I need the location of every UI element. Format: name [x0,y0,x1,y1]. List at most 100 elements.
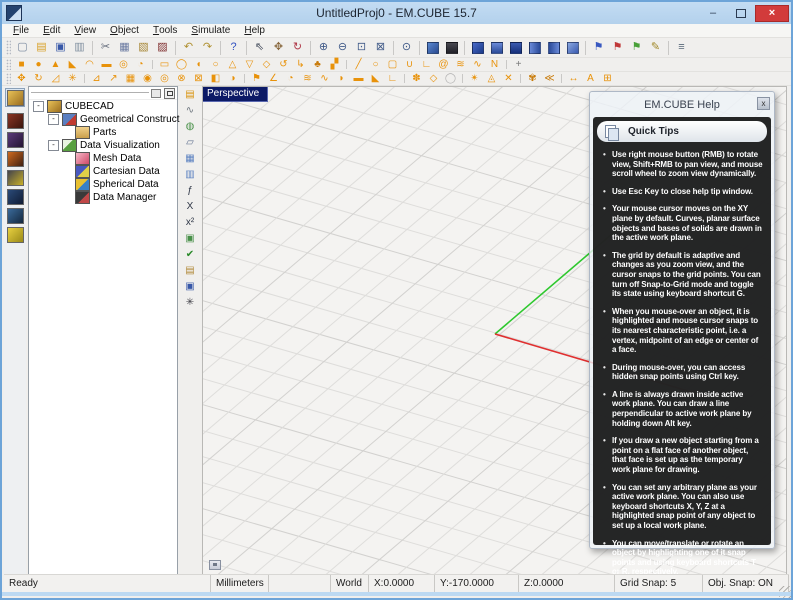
draw-circle-curve[interactable]: ○ [367,58,384,71]
more-shapes[interactable]: + [510,58,527,71]
draw-polyline[interactable]: ∟ [418,58,435,71]
undo[interactable]: ↶ [179,39,198,57]
module-8[interactable] [5,225,25,244]
draw-spiral[interactable]: @ [435,58,452,71]
zoom-window[interactable]: ⊡ [352,39,371,57]
tree-item-parts[interactable]: Parts [29,126,177,139]
sweep-tool[interactable]: ∿ [316,72,333,85]
cut[interactable]: ✂ [96,39,115,57]
explode-object[interactable]: ✳ [64,72,81,85]
tree-item-cartesian-data[interactable]: Cartesian Data [29,165,177,178]
zoom-in[interactable]: ⊕ [314,39,333,57]
value-table[interactable]: ▥ [181,167,199,183]
measure-distance[interactable]: ↔ [565,72,582,85]
copy[interactable]: ▦ [115,39,134,57]
menu-item-help[interactable]: Help [237,24,272,37]
terrain-tool[interactable]: ≪ [541,72,558,85]
boolean-union[interactable]: ◉ [139,72,156,85]
globe-view[interactable]: ◍ [181,119,199,135]
mirror-object[interactable]: ⊿ [88,72,105,85]
tree-collapse-button[interactable] [164,88,175,99]
select-tool[interactable]: ⇖ [250,39,269,57]
toolbar-grip[interactable] [6,73,11,83]
hatch-region[interactable]: ▞ [326,58,343,71]
delete[interactable]: ▨ [153,39,172,57]
stack-layers[interactable]: ≋ [299,72,316,85]
menu-item-object[interactable]: Object [103,24,146,37]
module-7[interactable] [5,206,25,225]
draw-line[interactable]: ╱ [350,58,367,71]
draw-cone[interactable]: ▲ [47,58,64,71]
draw-circle-surface[interactable]: ◯ [173,58,190,71]
draw-polygon[interactable]: ◇ [258,58,275,71]
settings-gear[interactable]: ✳ [181,295,199,311]
draw-pyramid[interactable]: ◣ [64,58,81,71]
workspace-red[interactable]: ⚑ [608,39,627,57]
draw-half-disc[interactable]: ◖ [190,58,207,71]
open-project[interactable]: ▤ [32,39,51,57]
orbit-tool[interactable]: ↻ [288,39,307,57]
menu-item-file[interactable]: File [6,24,36,37]
math-expression[interactable]: x² [181,215,199,231]
array-tool[interactable]: ▦ [122,72,139,85]
rotate-object[interactable]: ↻ [30,72,47,85]
menu-item-tools[interactable]: Tools [146,24,184,37]
data-table[interactable]: ▦ [181,151,199,167]
view-top[interactable] [487,39,506,57]
module-5[interactable] [5,168,25,187]
view-isometric[interactable] [468,39,487,57]
polygonize-tool[interactable]: ◇ [425,72,442,85]
draw-arc[interactable]: ∪ [401,58,418,71]
tree-item-cubecad[interactable]: -CUBECAD [29,100,177,113]
gear-polygonize[interactable]: ✽ [408,72,425,85]
viewport-corner-icon[interactable] [209,560,221,570]
draw-disc-solid[interactable]: ▬ [98,58,115,71]
draw-rounded-rect[interactable]: ▢ [384,58,401,71]
point-jack[interactable]: ✴ [466,72,483,85]
draw-rectangle[interactable]: ▭ [156,58,173,71]
variables[interactable]: X [181,199,199,215]
view-bottom[interactable] [506,39,525,57]
slider-handle[interactable] [151,89,161,98]
move-object[interactable]: ✥ [13,72,30,85]
tree-item-spherical-data[interactable]: Spherical Data [29,178,177,191]
paste[interactable]: ▧ [134,39,153,57]
view-back[interactable] [544,39,563,57]
new-project[interactable]: ▢ [13,39,32,57]
tree-item-data-manager[interactable]: Data Manager [29,191,177,204]
surface-of-revolution[interactable]: ↺ [275,58,292,71]
title-bar[interactable]: UntitledProj0 - EM.CUBE 15.7 – × [2,2,791,24]
tree-item-data-visualization[interactable]: -Data Visualization [29,139,177,152]
scale-object[interactable]: ◿ [47,72,64,85]
toolbar-grip[interactable] [6,59,11,69]
work-plane-tool[interactable]: ⚑ [248,72,265,85]
view-side[interactable] [563,39,582,57]
full-screen[interactable] [442,39,461,57]
draw-sine-curve[interactable]: ∿ [469,58,486,71]
view-front[interactable] [525,39,544,57]
tree-item-geometrical-construction[interactable]: -Geometrical Construction [29,113,177,126]
taper-tool[interactable]: ◣ [367,72,384,85]
sketch-mode[interactable]: ✎ [646,39,665,57]
slider-track[interactable] [31,92,149,94]
help-panel-header[interactable]: EM.CUBE Help x [593,95,771,115]
tree-expander-cubecad[interactable]: - [33,101,44,112]
module-3[interactable] [5,130,25,149]
zoom-out[interactable]: ⊖ [333,39,352,57]
draw-triangle-up[interactable]: △ [224,58,241,71]
text-label-tool[interactable]: A [582,72,599,85]
redo[interactable]: ↷ [198,39,217,57]
explode-parts[interactable]: ✕ [500,72,517,85]
zoom-extents[interactable]: ⊠ [371,39,390,57]
module-cubecad[interactable] [5,88,25,107]
draw-triangle-down[interactable]: ▽ [241,58,258,71]
help[interactable]: ? [224,39,243,57]
draw-spherical-cap[interactable]: ◔ [132,58,149,71]
pan-tool[interactable]: ✥ [269,39,288,57]
toolbar-grip[interactable] [6,40,11,55]
pentagon-tool[interactable]: ◬ [483,72,500,85]
menu-item-edit[interactable]: Edit [36,24,67,37]
module-4[interactable] [5,149,25,168]
draw-box[interactable]: ■ [13,58,30,71]
draw-ellipse[interactable]: ○ [207,58,224,71]
